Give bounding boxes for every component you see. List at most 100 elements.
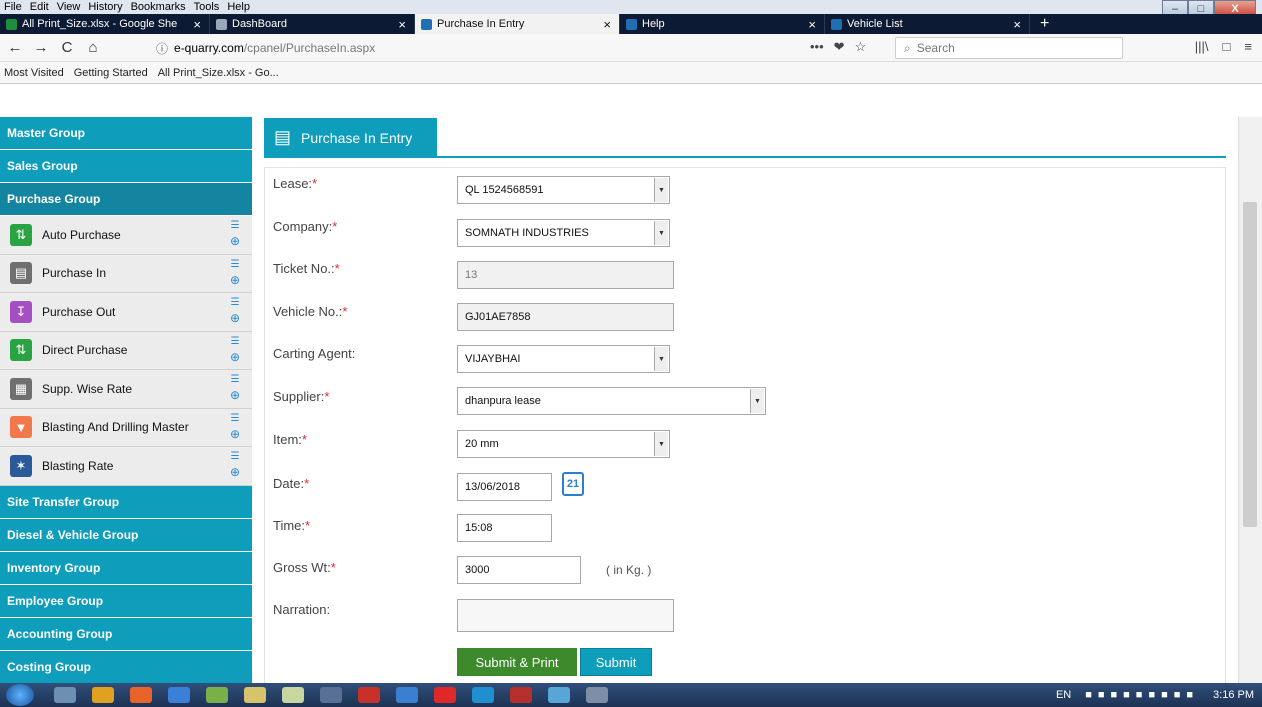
sidebar-icon[interactable]: □ [1223,39,1231,54]
paint-icon[interactable] [282,687,304,703]
word-icon[interactable] [320,687,342,703]
sidebar-item-purchase-out[interactable]: ↧ Purchase Out ☰ ⊕ [0,293,252,332]
tab-help[interactable]: Help × [620,14,825,34]
tool-icon[interactable] [586,687,608,703]
add-icon[interactable]: ⊕ [230,388,240,402]
app-icon[interactable] [206,687,228,703]
back-button[interactable]: ← [4,37,26,59]
menu-view[interactable]: View [57,1,81,13]
vertical-scrollbar[interactable] [1238,117,1262,683]
chrome-icon[interactable] [92,687,114,703]
sidebar-item-auto-purchase[interactable]: ⇅ Auto Purchase ☰ ⊕ [0,216,252,255]
home-button[interactable]: ⌂ [82,37,104,59]
skype-icon[interactable] [472,687,494,703]
tab-close-icon[interactable]: × [603,17,611,32]
menu-tools[interactable]: Tools [194,1,220,13]
clock[interactable]: 3:16 PM [1213,689,1254,701]
sidebar-item-purchase-in[interactable]: ▤ Purchase In ☰ ⊕ [0,254,252,293]
bookmark-most-visited[interactable]: Most Visited [4,67,64,79]
submit-button[interactable]: Submit [580,648,652,676]
ie-icon[interactable] [396,687,418,703]
start-button[interactable] [6,684,34,706]
list-icon[interactable]: ☰ [231,336,240,348]
tab-close-icon[interactable]: × [398,17,406,32]
company-select[interactable]: SOMNATH INDUSTRIES ▼ [457,219,670,247]
sidebar-group-sales[interactable]: Sales Group [0,150,252,183]
add-icon[interactable]: ⊕ [230,427,240,441]
tab-close-icon[interactable]: × [808,17,816,32]
tab-purchase-in-entry[interactable]: Purchase In Entry × [415,14,620,34]
url-bar[interactable]: ⓘ e-quarry.com /cpanel/PurchaseIn.aspx [156,37,894,59]
sidebar-group-accounting[interactable]: Accounting Group [0,617,252,651]
page-actions-icon[interactable]: ••• [810,39,824,55]
taskbar: EN ■■■■■■■■■ 3:16 PM [0,683,1262,707]
filezilla-icon[interactable] [358,687,380,703]
sidebar-item-label: Supp. Wise Rate [42,381,133,396]
supplier-select[interactable]: dhanpura lease ▼ [457,387,766,415]
search-input[interactable]: ⌕ Search [895,37,1123,59]
gross-weight-field[interactable]: 3000 [457,556,581,584]
sidebar-group-purchase[interactable]: Purchase Group [0,183,252,216]
date-field[interactable]: 13/06/2018 [457,473,552,501]
carting-agent-select[interactable]: VIJAYBHAI ▼ [457,345,670,373]
explorer-icon[interactable] [54,687,76,703]
time-field[interactable]: 15:08 [457,514,552,542]
browser-icon[interactable] [168,687,190,703]
sidebar-group-diesel-vehicle[interactable]: Diesel & Vehicle Group [0,518,252,552]
list-icon[interactable]: ☰ [231,451,240,463]
sidebar-item-supp-wise-rate[interactable]: ▦ Supp. Wise Rate ☰ ⊕ [0,370,252,409]
tab-close-icon[interactable]: × [193,17,201,32]
acrobat-icon[interactable] [510,687,532,703]
new-tab-button[interactable]: + [1030,14,1059,34]
list-icon[interactable]: ☰ [231,259,240,271]
calendar-icon[interactable]: 21 [562,472,584,496]
sidebar-item-direct-purchase[interactable]: ⇅ Direct Purchase ☰ ⊕ [0,331,252,370]
media-icon[interactable] [548,687,570,703]
record-icon[interactable] [434,687,456,703]
tab-close-icon[interactable]: × [1013,17,1021,32]
submit-print-button[interactable]: Submit & Print [457,648,577,676]
firefox-icon[interactable] [130,687,152,703]
narration-textarea[interactable] [457,599,674,632]
sidebar-group-site-transfer[interactable]: Site Transfer Group [0,485,252,519]
forward-button[interactable]: → [30,37,52,59]
menu-file[interactable]: File [4,1,22,13]
add-icon[interactable]: ⊕ [230,350,240,364]
menu-history[interactable]: History [88,1,122,13]
reload-button[interactable]: C [56,37,78,59]
lease-select[interactable]: QL 1524568591 ▼ [457,176,670,204]
item-select[interactable]: 20 mm ▼ [457,430,670,458]
add-icon[interactable]: ⊕ [230,234,240,248]
scrollbar-thumb[interactable] [1243,202,1257,527]
bookmark-star-icon[interactable]: ☆ [855,39,867,55]
menu-help[interactable]: Help [227,1,250,13]
notepad-icon[interactable] [244,687,266,703]
bookmark-getting-started[interactable]: Getting Started [74,67,148,79]
list-icon[interactable]: ☰ [231,220,240,232]
tab-google-sheets[interactable]: All Print_Size.xlsx - Google She × [0,14,210,34]
vehicle-field[interactable]: GJ01AE7858 [457,303,674,331]
menu-edit[interactable]: Edit [30,1,49,13]
sidebar-item-blasting-rate[interactable]: ✶ Blasting Rate ☰ ⊕ [0,447,252,486]
sidebar-item-blasting-drilling-master[interactable]: ▼ Blasting And Drilling Master ☰ ⊕ [0,408,252,447]
list-icon[interactable]: ☰ [231,374,240,386]
list-icon[interactable]: ☰ [231,413,240,425]
sidebar-group-inventory[interactable]: Inventory Group [0,551,252,585]
language-indicator[interactable]: EN [1056,689,1071,701]
list-icon[interactable]: ☰ [231,297,240,309]
menu-icon[interactable]: ≡ [1244,39,1252,54]
bookmark-print-size[interactable]: All Print_Size.xlsx - Go... [158,67,279,79]
add-icon[interactable]: ⊕ [230,311,240,325]
tray-icons[interactable]: ■■■■■■■■■ [1085,689,1199,701]
pocket-icon[interactable]: ❤ [834,39,845,55]
site-info-icon[interactable]: ⓘ [156,40,168,57]
menu-bookmarks[interactable]: Bookmarks [131,1,186,13]
sidebar-group-master[interactable]: Master Group [0,117,252,150]
tab-vehicle-list[interactable]: Vehicle List × [825,14,1030,34]
library-icon[interactable]: |||\ [1195,39,1209,54]
sidebar-group-costing[interactable]: Costing Group [0,650,252,683]
add-icon[interactable]: ⊕ [230,465,240,479]
sidebar-group-employee[interactable]: Employee Group [0,584,252,618]
tab-dashboard[interactable]: DashBoard × [210,14,415,34]
add-icon[interactable]: ⊕ [230,273,240,287]
